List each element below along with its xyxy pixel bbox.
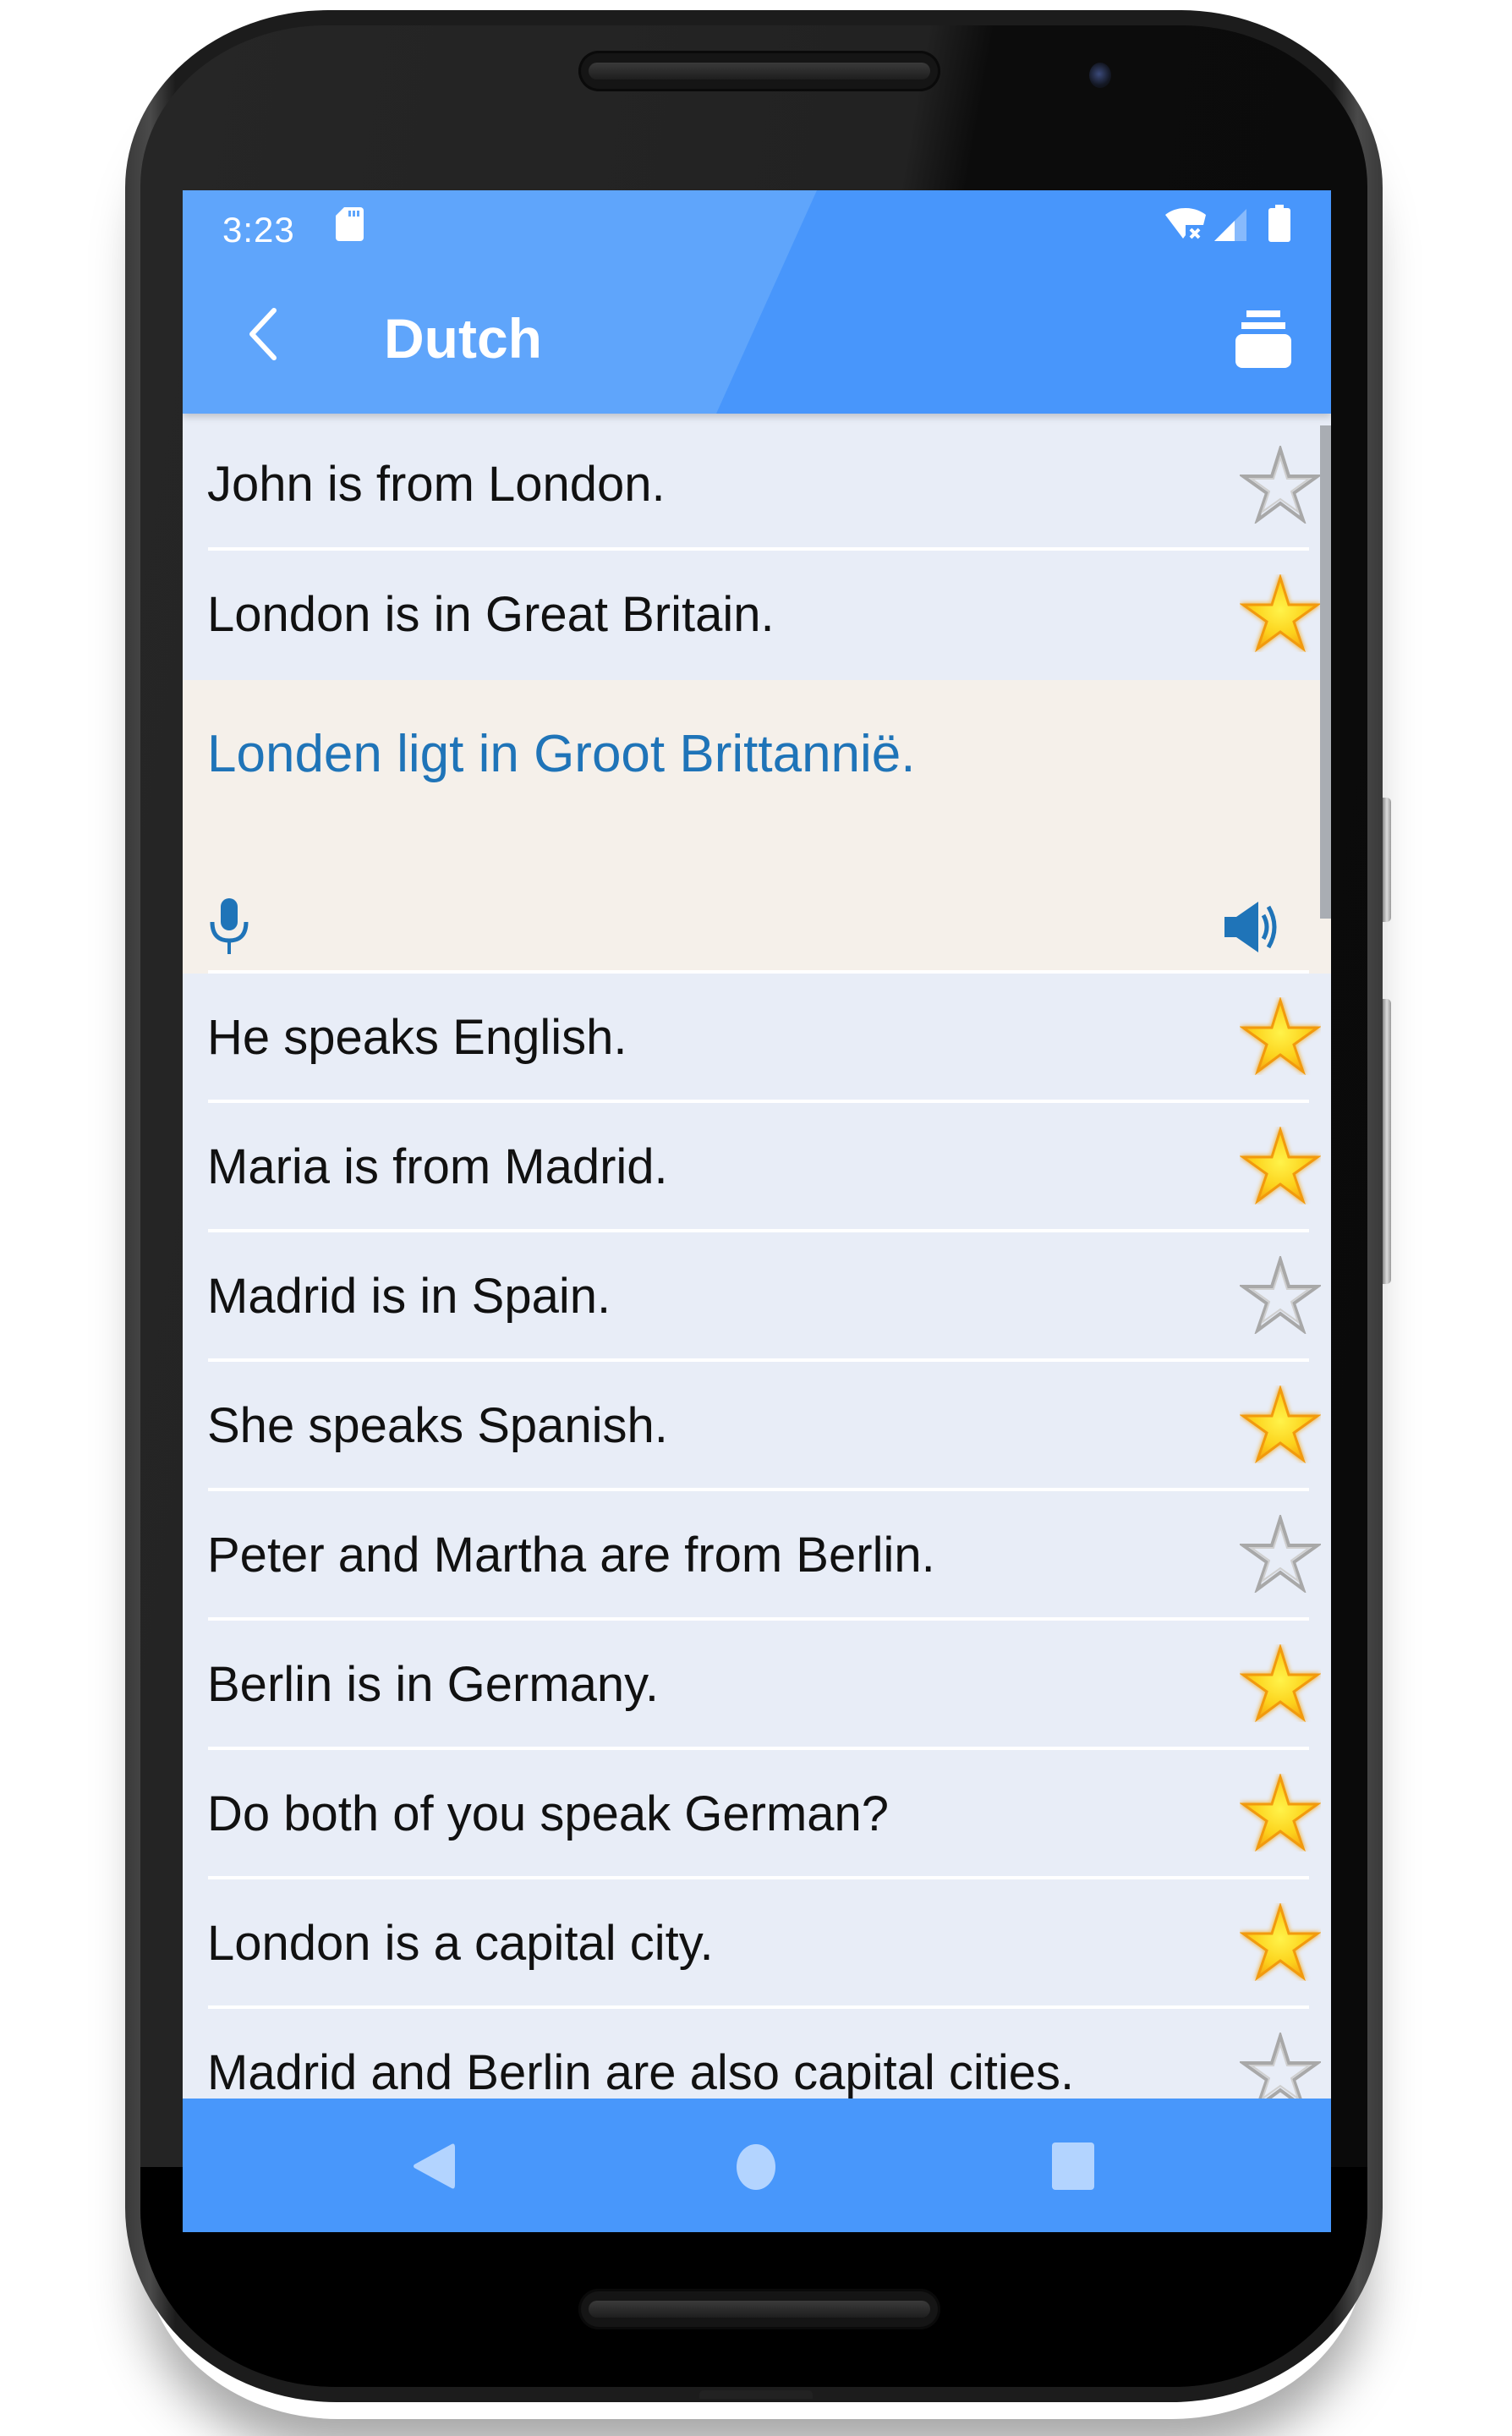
screen: 3:23 Dutch John is from London. London i… (183, 190, 1331, 2232)
star-filled-icon[interactable] (1239, 1384, 1322, 1464)
microphone-icon[interactable] (208, 898, 250, 954)
star-filled-icon[interactable] (1239, 1901, 1322, 1982)
app-bar: 3:23 Dutch (183, 190, 1331, 414)
nav-back-icon[interactable] (413, 2142, 455, 2190)
phrase-text: Peter and Martha are from Berlin. (207, 1528, 935, 1583)
translation-panel: Londen ligt in Groot Brittannië. (183, 680, 1331, 974)
star-filled-icon[interactable] (1239, 1643, 1322, 1723)
status-time: 3:23 (222, 210, 295, 250)
phrase-row[interactable]: London is a capital city. (183, 1879, 1331, 2009)
star-filled-icon[interactable] (1239, 1772, 1322, 1852)
phrase-row[interactable]: Madrid is in Spain. (183, 1232, 1331, 1362)
phrase-text: London is in Great Britain. (207, 587, 775, 642)
nav-home-icon[interactable] (735, 2144, 777, 2190)
cell-signal-icon (1214, 209, 1246, 241)
back-button[interactable] (233, 300, 301, 368)
star-filled-icon[interactable] (1239, 1125, 1322, 1205)
volume-button (1383, 999, 1391, 1284)
wifi-off-icon (1165, 208, 1206, 239)
star-empty-icon[interactable] (1237, 1512, 1323, 1594)
phrase-row[interactable]: London is in Great Britain. (183, 551, 1331, 680)
phrase-row[interactable]: Peter and Martha are from Berlin. (183, 1491, 1331, 1621)
scrollbar[interactable] (1320, 425, 1331, 919)
phrase-text: John is from London. (207, 457, 666, 512)
translation-text: Londen ligt in Groot Brittannië. (207, 725, 916, 783)
phrase-list: John is from London. London is in Great B… (183, 414, 1331, 2138)
star-empty-icon[interactable] (1237, 1254, 1323, 1336)
navigation-bar (183, 2099, 1331, 2232)
speaker-icon[interactable] (1224, 900, 1280, 954)
bottom-speaker (578, 2289, 940, 2329)
phrase-row[interactable]: Maria is from Madrid. (183, 1103, 1331, 1232)
phrase-text: London is a capital city. (207, 1916, 714, 1971)
phrase-row[interactable]: Berlin is in Germany. (183, 1621, 1331, 1750)
phrase-text: Berlin is in Germany. (207, 1657, 659, 1712)
nav-recents-icon[interactable] (1052, 2142, 1094, 2190)
phrase-text: He speaks English. (207, 1010, 627, 1065)
phrase-row[interactable]: John is from London. (183, 414, 1331, 551)
stack-icon[interactable] (1228, 300, 1299, 371)
phrase-text: Madrid is in Spain. (207, 1269, 611, 1324)
star-empty-icon[interactable] (1237, 443, 1323, 525)
phrase-row[interactable]: She speaks Spanish. (183, 1362, 1331, 1491)
sd-card-icon (336, 207, 364, 241)
star-filled-icon[interactable] (1239, 996, 1322, 1076)
phrase-text: Madrid and Berlin are also capital citie… (207, 2045, 1075, 2100)
page-title: Dutch (384, 307, 542, 370)
phrase-row[interactable]: Do both of you speak German? (183, 1750, 1331, 1879)
phrase-text: Do both of you speak German? (207, 1786, 890, 1841)
power-button (1383, 798, 1391, 922)
earpiece-speaker (578, 51, 940, 91)
phrase-row[interactable]: He speaks English. (183, 974, 1331, 1103)
phrase-text: She speaks Spanish. (207, 1398, 668, 1453)
front-camera (1089, 63, 1111, 88)
battery-icon (1268, 205, 1290, 242)
star-filled-icon[interactable] (1239, 573, 1322, 653)
usb-port (699, 2390, 813, 2399)
phrase-text: Maria is from Madrid. (207, 1139, 668, 1194)
